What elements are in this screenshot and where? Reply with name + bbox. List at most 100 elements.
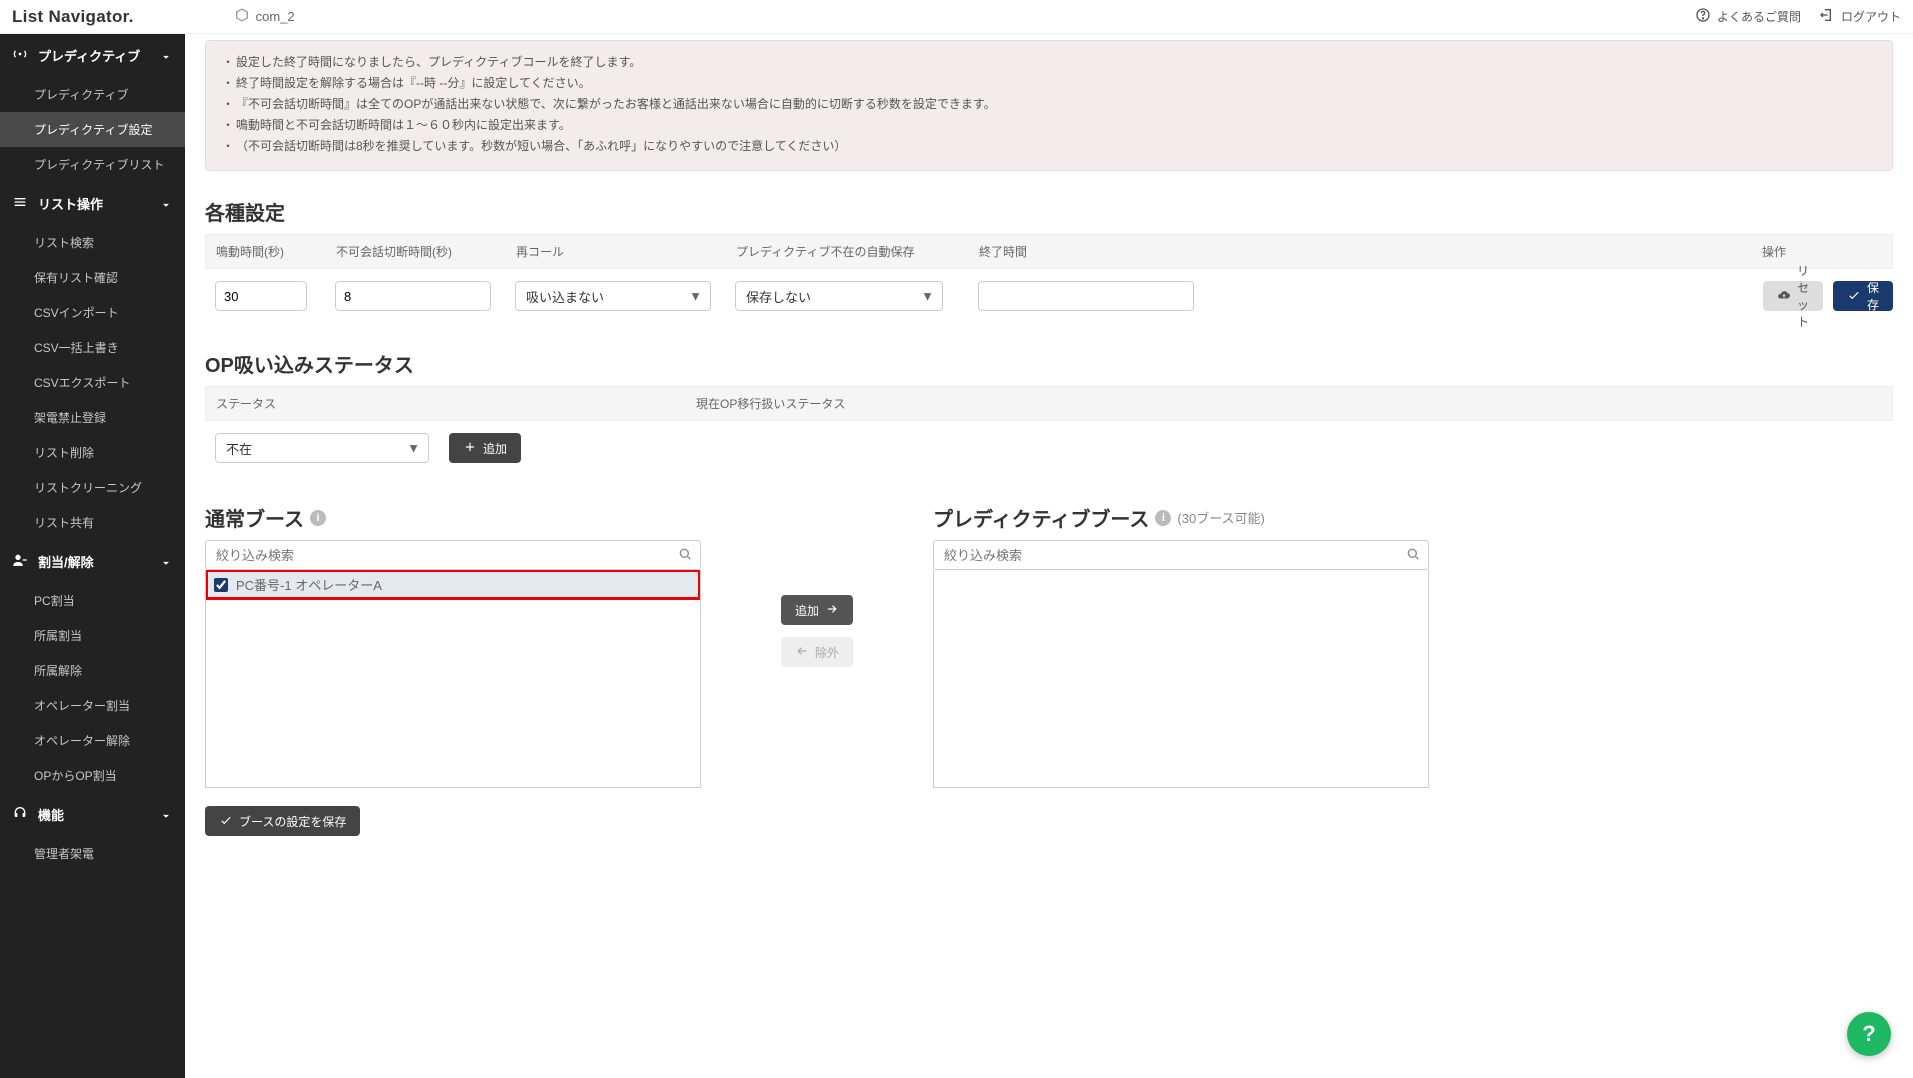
- cube-icon: [234, 7, 250, 26]
- settings-header-row: 鳴動時間(秒) 不可会話切断時間(秒) 再コール プレディクティブ不在の自動保存…: [205, 234, 1893, 269]
- end-time-input[interactable]: [978, 281, 1194, 311]
- booths-section: 通常ブース i PC番号-1 オペレーターA: [205, 503, 1893, 788]
- tenant-name: com_2: [256, 9, 295, 24]
- col-ring-header: 鳴動時間(秒): [216, 243, 336, 260]
- app-header: List Navigator. com_2 よくあるご質問 ログアウト: [0, 0, 1913, 34]
- sidebar-item-list-search[interactable]: リスト検索: [0, 225, 185, 260]
- opstatus-select[interactable]: 不在 ▼: [215, 433, 429, 463]
- predictive-booth-title: プレディクティブブース: [933, 503, 1149, 532]
- booth-remove-button[interactable]: 除外: [781, 637, 853, 667]
- sidebar-item-list-delete[interactable]: リスト削除: [0, 435, 185, 470]
- sidebar-item-list-owned[interactable]: 保有リスト確認: [0, 260, 185, 295]
- section-title-settings: 各種設定: [205, 197, 1893, 226]
- sidebar-item-admin-call[interactable]: 管理者架電: [0, 836, 185, 871]
- notice-line: 鳴動時間と不可会話切断時間は１～６０秒内に設定出来ます。: [222, 114, 1876, 135]
- caret-down-icon: ▼: [689, 289, 702, 304]
- headset-icon: [12, 805, 28, 824]
- predictive-booth-search[interactable]: [933, 540, 1429, 570]
- ring-time-input[interactable]: [215, 281, 307, 311]
- sidebar-group-predictive[interactable]: プレディクティブ: [0, 34, 185, 77]
- opstatus-header-row: ステータス 現在OP移行扱いステータス: [205, 386, 1893, 421]
- normal-booth-row[interactable]: PC番号-1 オペレーターA: [206, 570, 700, 599]
- search-icon: [1405, 546, 1421, 565]
- col-cut-header: 不可会話切断時間(秒): [336, 243, 516, 260]
- plus-icon: [463, 440, 477, 457]
- notice-line: （不可会話切断時間は8秒を推奨しています。秒数が短い場合、「あふれ呼」になりやす…: [222, 135, 1876, 156]
- sidebar-item-dnc-register[interactable]: 架電禁止登録: [0, 400, 185, 435]
- check-icon: [1847, 288, 1861, 305]
- sidebar-group-label: 機能: [38, 805, 64, 824]
- col-auto-header: プレディクティブ不在の自動保存: [736, 243, 979, 260]
- predictive-booth-panel: プレディクティブブース i (30ブース可能): [933, 503, 1429, 788]
- sidebar-item-predictive-list[interactable]: プレディクティブリスト: [0, 147, 185, 182]
- chevron-up-icon: [159, 195, 173, 212]
- opstatus-select-value: 不在: [226, 439, 252, 458]
- col-ops-header: 操作: [1762, 243, 1882, 260]
- normal-booth-row-label: PC番号-1 オペレーターA: [236, 575, 382, 594]
- sidebar-item-pc-assign[interactable]: PC割当: [0, 583, 185, 618]
- opstatus-col-current: 現在OP移行扱いステータス: [696, 395, 845, 412]
- normal-booth-row-checkbox[interactable]: [214, 578, 228, 592]
- sidebar-group-assign[interactable]: 割当/解除: [0, 540, 185, 583]
- help-circle-icon: [1695, 7, 1711, 26]
- caret-down-icon: ▼: [407, 441, 420, 456]
- info-icon[interactable]: i: [1155, 510, 1171, 526]
- sidebar-item-group-assign[interactable]: 所属割当: [0, 618, 185, 653]
- sidebar-item-csv-import[interactable]: CSVインポート: [0, 295, 185, 330]
- reset-button[interactable]: リセット: [1763, 281, 1823, 311]
- autosave-select[interactable]: 保存しない ▼: [735, 281, 943, 311]
- sidebar-group-label: プレディクティブ: [38, 46, 140, 65]
- sidebar-item-csv-overwrite[interactable]: CSV一括上書き: [0, 330, 185, 365]
- chevron-up-icon: [159, 47, 173, 64]
- save-booth-label: ブースの設定を保存: [239, 813, 346, 830]
- opstatus-col-status: ステータス: [216, 395, 696, 412]
- notice-line: 終了時間設定を解除する場合は『--時 --分』に設定してください。: [222, 72, 1876, 93]
- sidebar-item-list-cleaning[interactable]: リストクリーニング: [0, 470, 185, 505]
- arrow-left-icon: [795, 644, 809, 661]
- recall-select-value: 吸い込まない: [526, 287, 604, 306]
- faq-label: よくあるご質問: [1717, 8, 1801, 25]
- faq-link[interactable]: よくあるご質問: [1695, 7, 1801, 26]
- brand-title: List Navigator.: [12, 7, 134, 27]
- cut-time-input[interactable]: [335, 281, 491, 311]
- notice-box: 設定した終了時間になりましたら、プレディクティブコールを終了します。 終了時間設…: [205, 40, 1893, 171]
- main-content: 設定した終了時間になりましたら、プレディクティブコールを終了します。 終了時間設…: [185, 34, 1913, 1078]
- recall-select[interactable]: 吸い込まない ▼: [515, 281, 711, 311]
- sidebar-group-list[interactable]: リスト操作: [0, 182, 185, 225]
- autosave-select-value: 保存しない: [746, 287, 811, 306]
- logout-link[interactable]: ログアウト: [1819, 7, 1901, 26]
- info-icon[interactable]: i: [310, 510, 326, 526]
- reset-label: リセット: [1797, 262, 1809, 330]
- notice-line: 設定した終了時間になりましたら、プレディクティブコールを終了します。: [222, 51, 1876, 72]
- predictive-booth-list: [933, 570, 1429, 788]
- sidebar-item-op-to-op-assign[interactable]: OPからOP割当: [0, 758, 185, 793]
- tenant-indicator: com_2: [234, 7, 295, 26]
- sidebar-item-operator-unassign[interactable]: オペレーター解除: [0, 723, 185, 758]
- help-fab[interactable]: ?: [1847, 1012, 1891, 1056]
- normal-booth-panel: 通常ブース i PC番号-1 オペレーターA: [205, 503, 701, 788]
- col-end-header: 終了時間: [979, 243, 1309, 260]
- opstatus-add-button[interactable]: 追加: [449, 433, 521, 463]
- sidebar-item-group-unassign[interactable]: 所属解除: [0, 653, 185, 688]
- sidebar-item-predictive-settings[interactable]: プレディクティブ設定: [0, 112, 185, 147]
- save-button[interactable]: 保存: [1833, 281, 1893, 311]
- chevron-up-icon: [159, 806, 173, 823]
- col-recall-header: 再コール: [516, 243, 736, 260]
- section-title-opstatus: OP吸い込みステータス: [205, 349, 1893, 378]
- normal-booth-list: PC番号-1 オペレーターA: [205, 570, 701, 788]
- save-booth-button[interactable]: ブースの設定を保存: [205, 806, 360, 836]
- sidebar-item-predictive[interactable]: プレディクティブ: [0, 77, 185, 112]
- list-icon: [12, 194, 28, 213]
- user-minus-icon: [12, 552, 28, 571]
- sidebar-group-features[interactable]: 機能: [0, 793, 185, 836]
- normal-booth-title: 通常ブース: [205, 503, 304, 532]
- search-icon: [677, 546, 693, 565]
- sidebar-group-label: 割当/解除: [38, 552, 94, 571]
- sidebar-item-operator-assign[interactable]: オペレーター割当: [0, 688, 185, 723]
- sidebar-item-list-share[interactable]: リスト共有: [0, 505, 185, 540]
- booth-add-button[interactable]: 追加: [781, 595, 853, 625]
- arrow-right-icon: [825, 602, 839, 619]
- normal-booth-search[interactable]: [205, 540, 701, 570]
- sidebar-item-csv-export[interactable]: CSVエクスポート: [0, 365, 185, 400]
- save-label: 保存: [1867, 279, 1879, 313]
